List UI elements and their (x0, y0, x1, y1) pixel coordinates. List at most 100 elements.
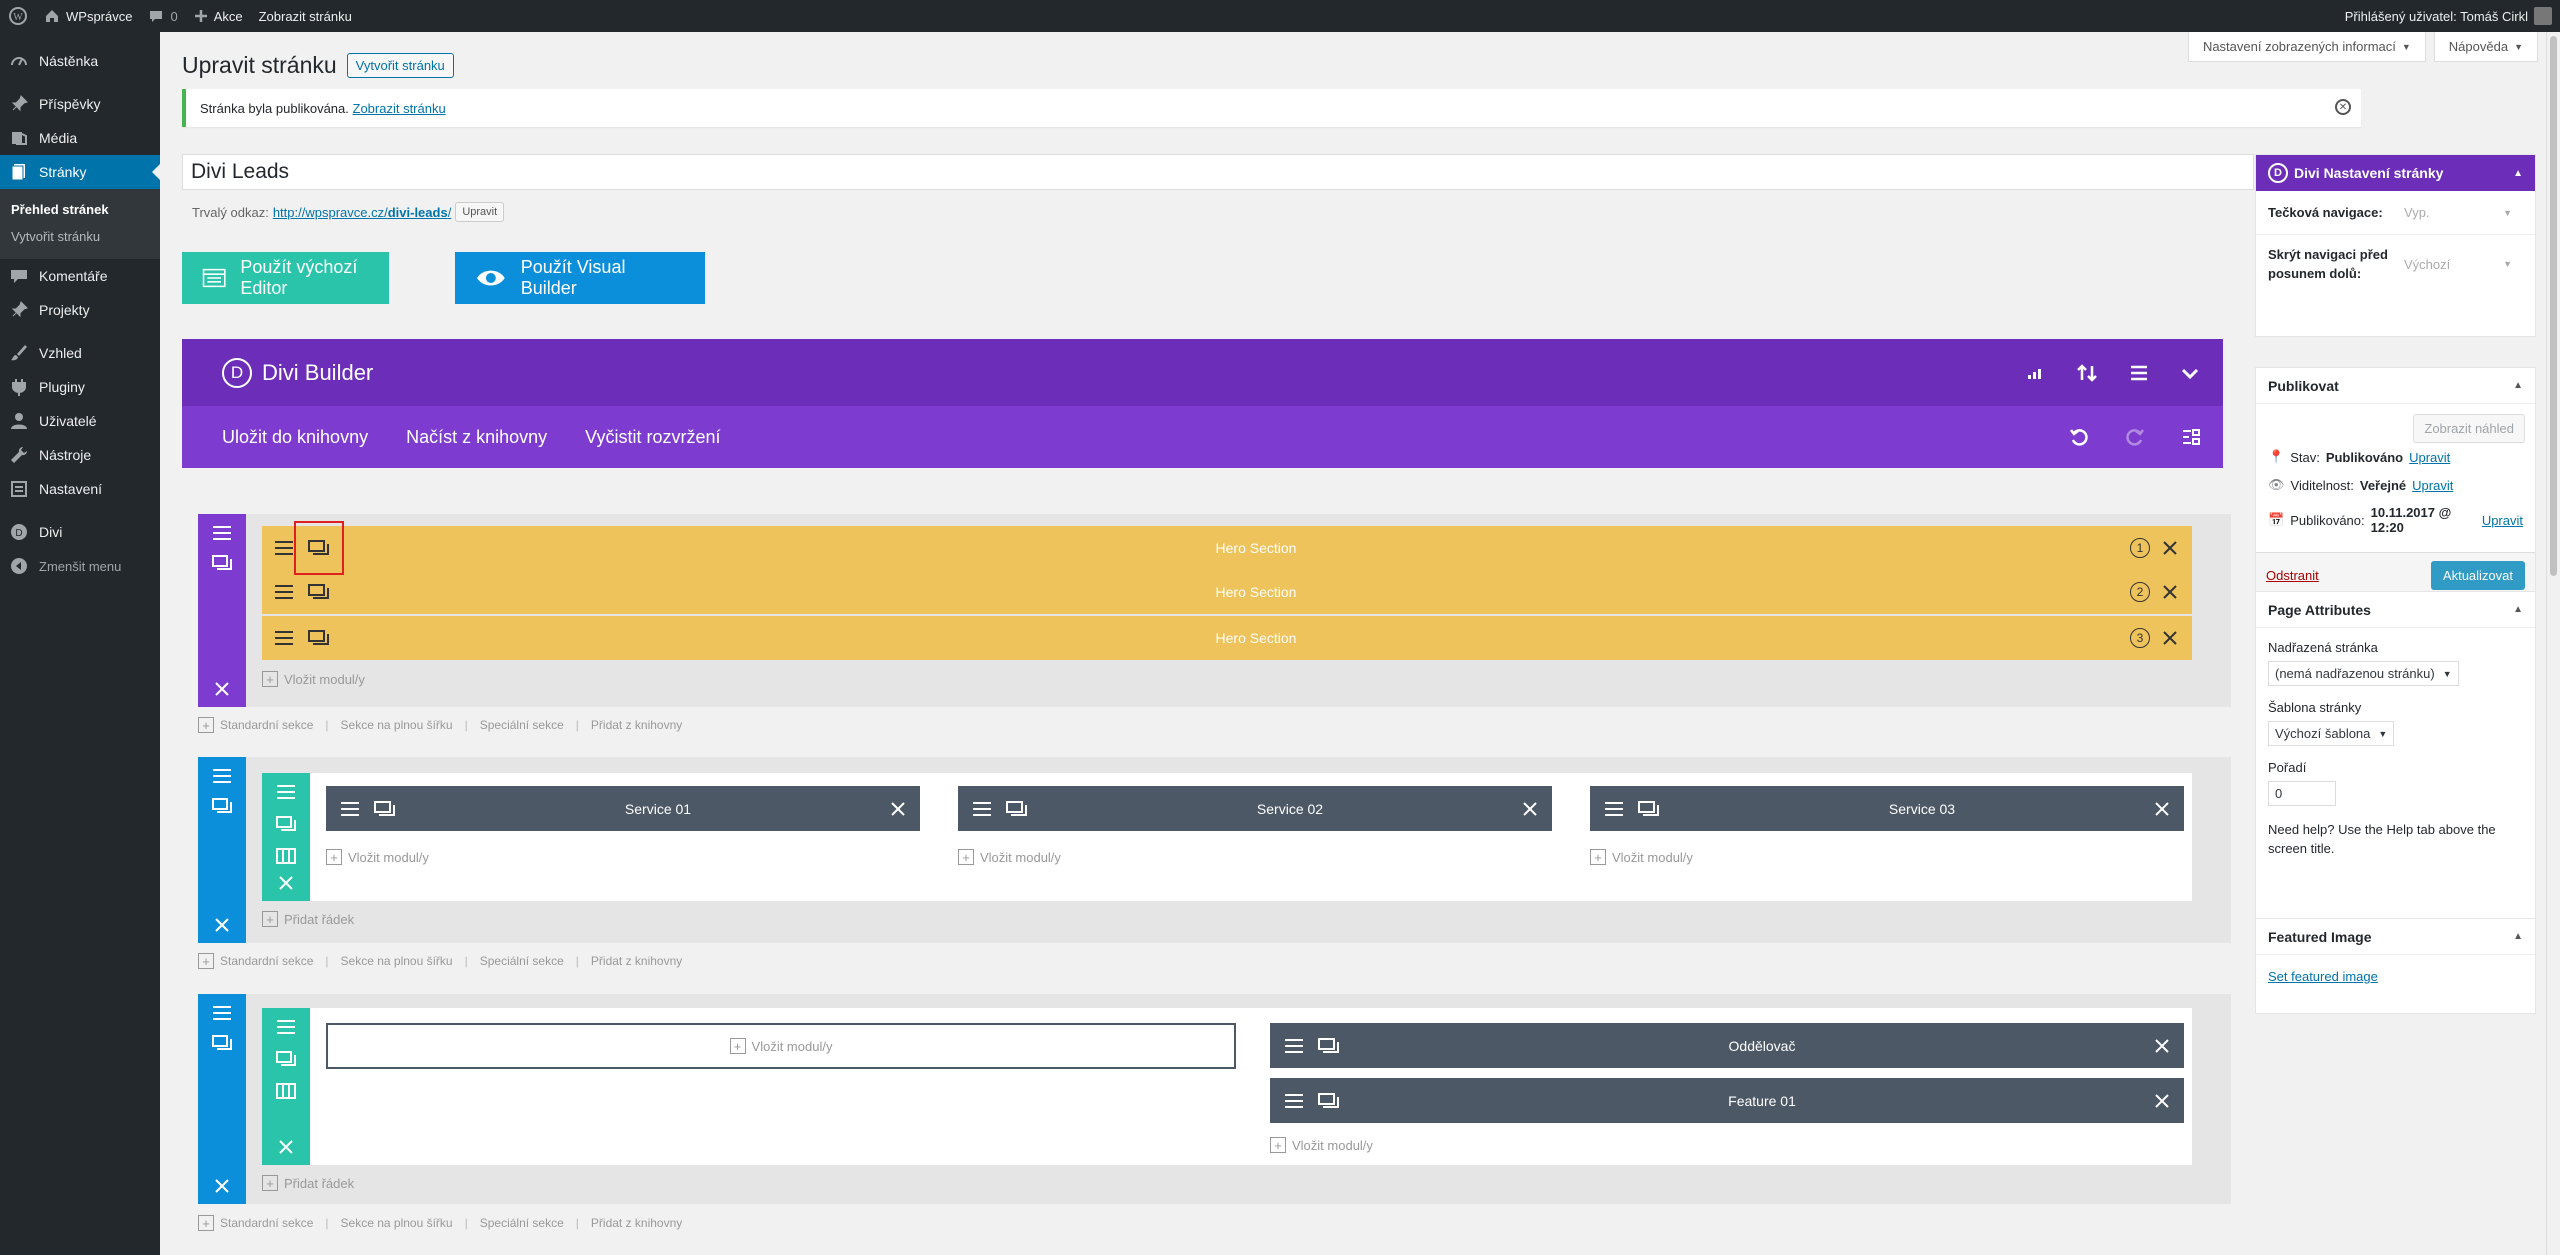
close-icon[interactable] (890, 801, 920, 817)
close-icon[interactable] (2150, 584, 2192, 600)
module-service-03[interactable]: Service 03 (1590, 786, 2184, 831)
wordpress-logo-icon[interactable]: W (0, 0, 36, 32)
columns-icon[interactable] (276, 847, 296, 865)
dot-nav-select[interactable]: Vyp. ▼ (2398, 201, 2518, 224)
add-row-button[interactable]: + Přidat řádek (262, 1175, 354, 1191)
collapse-menu-button[interactable]: Zmenšit menu (0, 549, 160, 583)
insert-module-button[interactable]: + Vložit modul/y (958, 849, 1061, 865)
featured-image-header[interactable]: Featured Image ▲ (2256, 919, 2535, 955)
move-handle-icon[interactable] (1604, 800, 1624, 818)
submenu-all-pages[interactable]: Přehled stránek (0, 196, 160, 223)
add-from-library[interactable]: Přidat z knihovny (591, 954, 682, 968)
settings-window-icon[interactable] (308, 629, 330, 647)
permalink-link[interactable]: http://wpspravce.cz/divi-leads/ (273, 205, 451, 220)
module-hero-3[interactable]: Hero Section 3 (262, 616, 2192, 660)
settings-window-icon[interactable] (212, 797, 232, 815)
add-special-section[interactable]: Speciální sekce (480, 718, 564, 732)
scrollbar[interactable] (2546, 32, 2560, 1255)
menu-item-divi[interactable]: D Divi (0, 515, 160, 549)
move-handle-icon[interactable] (276, 1018, 296, 1036)
settings-window-icon[interactable] (1638, 800, 1660, 818)
move-handle-icon[interactable] (212, 767, 232, 785)
collapse-arrow-icon[interactable]: ▲ (2513, 604, 2523, 615)
module-hero-1[interactable]: Hero Section 1 (262, 526, 2192, 570)
sort-arrows-icon[interactable] (2075, 363, 2099, 383)
close-icon[interactable] (214, 1178, 230, 1194)
visual-builder-button[interactable]: Použít Visual Builder (455, 252, 705, 304)
menu-item-users[interactable]: Uživatelé (0, 404, 160, 438)
move-handle-icon[interactable] (340, 800, 360, 818)
move-handle-icon[interactable] (276, 783, 296, 801)
settings-window-icon[interactable] (1006, 800, 1028, 818)
add-fullwidth-section[interactable]: Sekce na plnou šířku (341, 1216, 453, 1230)
permalink-edit-button[interactable]: Upravit (455, 202, 505, 222)
update-button[interactable]: Aktualizovat (2430, 561, 2525, 590)
history-icon[interactable] (2181, 427, 2201, 447)
trash-link[interactable]: Odstranit (2266, 568, 2319, 583)
move-handle-icon[interactable] (1284, 1037, 1304, 1055)
published-edit-link[interactable]: Upravit (2482, 513, 2523, 528)
close-icon[interactable] (278, 875, 294, 891)
close-icon[interactable] (2154, 1093, 2184, 1109)
module-service-01[interactable]: Service 01 (326, 786, 920, 831)
account-menu[interactable]: Přihlášený uživatel: Tomáš Cirkl (2337, 0, 2560, 32)
menu-item-settings[interactable]: Nastavení (0, 472, 160, 506)
collapse-arrow-icon[interactable]: ▲ (2513, 380, 2523, 391)
add-new-page-button[interactable]: Vytvořit stránku (346, 53, 454, 78)
post-title-input[interactable]: Divi Leads (182, 154, 2254, 190)
chevron-down-icon[interactable] (2179, 363, 2201, 383)
hide-nav-select[interactable]: Výchozí ▼ (2398, 252, 2518, 276)
save-to-library-button[interactable]: Uložit do knihovny (222, 427, 368, 448)
order-input[interactable]: 0 (2268, 781, 2336, 806)
comments-link[interactable]: 0 (140, 0, 185, 32)
add-fullwidth-section[interactable]: Sekce na plnou šířku (341, 954, 453, 968)
move-handle-icon[interactable] (274, 539, 294, 557)
settings-window-icon[interactable] (276, 815, 296, 833)
menu-item-dashboard[interactable]: Nástěnka (0, 44, 160, 78)
portability-icon[interactable] (2025, 363, 2045, 383)
add-standard-section[interactable]: Standardní sekce (220, 954, 313, 968)
menu-item-plugins[interactable]: Pluginy (0, 370, 160, 404)
insert-module-box[interactable]: + Vložit modul/y (326, 1023, 1236, 1069)
new-content-link[interactable]: Akce (186, 0, 251, 32)
view-page-link[interactable]: Zobrazit stránku (251, 0, 360, 32)
close-icon[interactable] (2154, 1038, 2184, 1054)
close-icon[interactable] (278, 1139, 294, 1155)
default-editor-button[interactable]: Použít výchozí Editor (182, 252, 389, 304)
load-from-library-button[interactable]: Načíst z knihovny (406, 427, 547, 448)
parent-select[interactable]: (nemá nadřazenou stránku) ▼ (2268, 661, 2459, 686)
add-fullwidth-section[interactable]: Sekce na plnou šířku (341, 718, 453, 732)
move-handle-icon[interactable] (972, 800, 992, 818)
add-standard-section[interactable]: Standardní sekce (220, 718, 313, 732)
collapse-arrow-icon[interactable]: ▲ (2513, 931, 2523, 942)
dismiss-icon[interactable]: ✕ (2335, 99, 2351, 115)
columns-icon[interactable] (276, 1082, 296, 1100)
settings-window-icon[interactable] (1318, 1092, 1340, 1110)
menu-item-posts[interactable]: Příspěvky (0, 87, 160, 121)
add-special-section[interactable]: Speciální sekce (480, 954, 564, 968)
move-handle-icon[interactable] (274, 583, 294, 601)
preview-button[interactable]: Zobrazit náhled (2413, 414, 2525, 443)
redo-icon[interactable] (2125, 427, 2145, 447)
move-handle-icon[interactable] (212, 524, 232, 542)
menu-item-media[interactable]: Média (0, 121, 160, 155)
move-handle-icon[interactable] (274, 629, 294, 647)
add-standard-section[interactable]: Standardní sekce (220, 1216, 313, 1230)
undo-icon[interactable] (2069, 427, 2089, 447)
menu-item-tools[interactable]: Nástroje (0, 438, 160, 472)
clear-layout-button[interactable]: Vyčistit rozvržení (585, 427, 720, 448)
notice-view-link[interactable]: Zobrazit stránku (353, 101, 446, 116)
module-service-02[interactable]: Service 02 (958, 786, 1552, 831)
menu-item-projects[interactable]: Projekty (0, 293, 160, 327)
close-icon[interactable] (2150, 540, 2192, 556)
visibility-edit-link[interactable]: Upravit (2412, 478, 2453, 493)
insert-module-button[interactable]: + Vložit modul/y (1590, 849, 1693, 865)
template-select[interactable]: Výchozí šablona ▼ (2268, 721, 2395, 746)
page-attributes-header[interactable]: Page Attributes ▲ (2256, 592, 2535, 628)
divi-settings-header[interactable]: D Divi Nastavení stránky ▲ (2256, 155, 2535, 191)
collapse-arrow-icon[interactable]: ▲ (2513, 168, 2523, 179)
settings-window-icon[interactable] (212, 554, 232, 572)
insert-module-button[interactable]: + Vložit modul/y (326, 849, 429, 865)
status-edit-link[interactable]: Upravit (2409, 450, 2450, 465)
insert-module-button[interactable]: + Vložit modul/y (262, 671, 365, 687)
